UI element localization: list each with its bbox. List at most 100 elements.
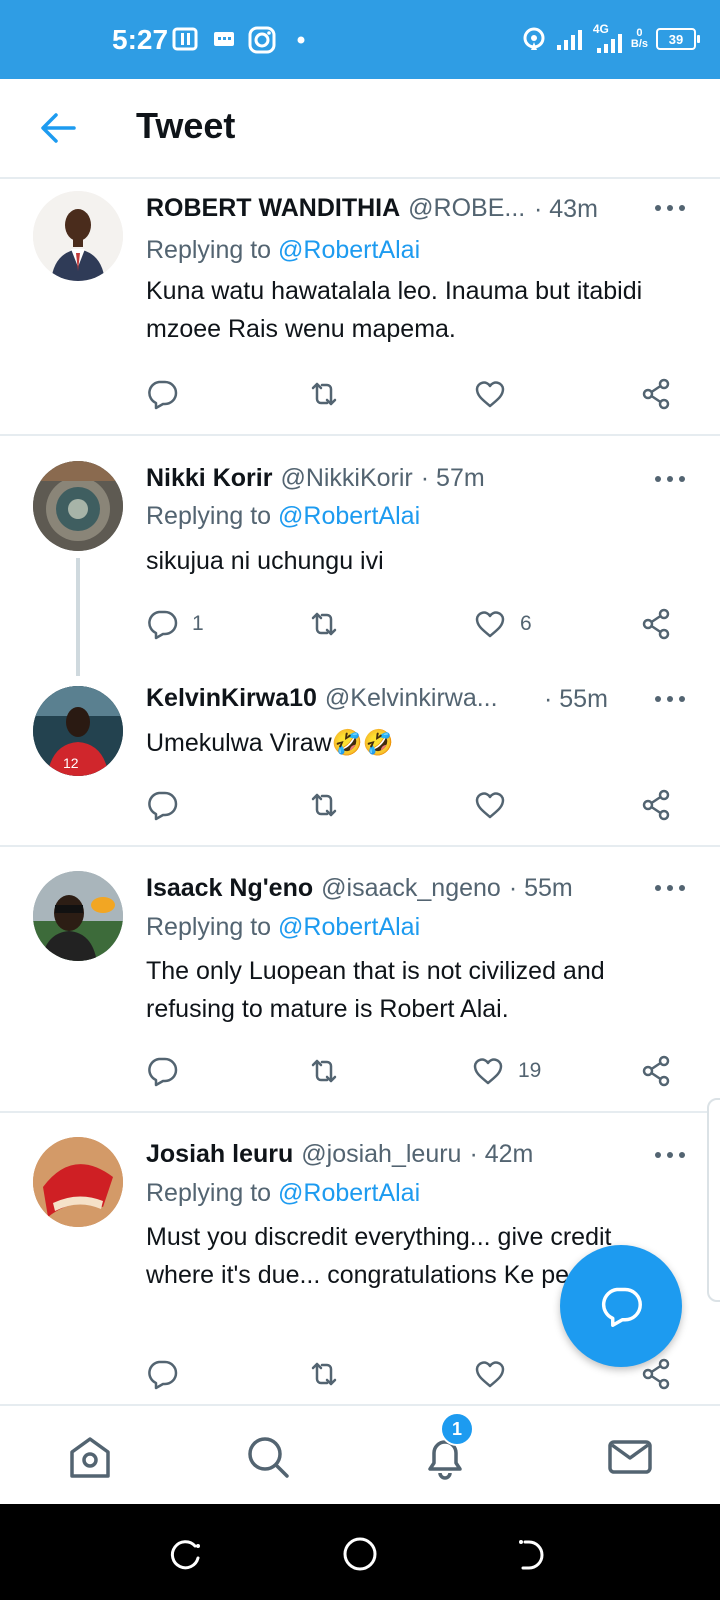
- instagram-icon: [248, 26, 276, 54]
- tweet-header: Isaack Ng'eno @isaack_ngeno · 55m: [146, 871, 573, 905]
- network-speed: 0 B/s: [631, 28, 648, 50]
- tweet-time: · 55m: [544, 685, 608, 713]
- replying-to-link[interactable]: @RobertAlai: [278, 1179, 420, 1207]
- like-count: 19: [518, 1059, 542, 1082]
- thread-line: [76, 558, 80, 676]
- retweet-button[interactable]: [308, 374, 340, 414]
- replying-to: Replying to @RobertAlai: [146, 502, 420, 531]
- reply-icon: [148, 380, 178, 410]
- system-navigation-bar: [0, 1504, 720, 1600]
- author-name[interactable]: Josiah leuru: [146, 1140, 293, 1169]
- replying-to-link[interactable]: @RobertAlai: [278, 502, 420, 530]
- like-button[interactable]: [474, 785, 506, 825]
- reply-icon: [148, 791, 178, 821]
- bottom-nav: 1: [0, 1404, 720, 1506]
- status-time: 5:27: [112, 24, 169, 55]
- reply-button[interactable]: [146, 1051, 178, 1091]
- scroll-handle[interactable]: [707, 1098, 720, 1302]
- author-name[interactable]: Isaack Ng'eno: [146, 874, 313, 903]
- recent-apps-icon[interactable]: [165, 1534, 205, 1574]
- search-icon[interactable]: [243, 1432, 293, 1482]
- replying-to: Replying to @RobertAlai: [146, 1179, 420, 1208]
- svg-text:12: 12: [63, 755, 79, 771]
- share-icon: [642, 789, 670, 821]
- retweet-icon: [311, 1362, 337, 1386]
- tweet-actions: [146, 785, 686, 825]
- page-title: Tweet: [136, 105, 236, 146]
- more-icon[interactable]: [655, 1150, 685, 1160]
- like-icon: [475, 1361, 505, 1388]
- status-right: 4G 0 B/s 39: [521, 22, 700, 56]
- like-icon: [473, 1058, 503, 1085]
- battery-icon: 39: [656, 28, 700, 50]
- tweet-time: · 43m: [534, 195, 598, 223]
- tweet-actions: 19: [146, 1051, 686, 1091]
- share-icon: [642, 378, 670, 410]
- messages-icon[interactable]: [605, 1432, 655, 1482]
- like-button[interactable]: 19: [472, 1051, 541, 1091]
- author-handle[interactable]: @josiah_leuru: [301, 1140, 461, 1169]
- tweet-text: Umekulwa Viraw🤣🤣: [146, 729, 394, 757]
- author-name[interactable]: Nikki Korir: [146, 464, 272, 493]
- retweet-icon: [311, 382, 337, 406]
- retweet-icon: [311, 1059, 337, 1083]
- reply-button[interactable]: 1: [146, 604, 204, 644]
- avatar[interactable]: [33, 191, 123, 281]
- tweet-actions: 1 6: [146, 604, 686, 644]
- retweet-icon: [311, 612, 337, 636]
- reply-icon: [148, 1057, 178, 1087]
- author-handle[interactable]: @NikkiKorir: [280, 464, 412, 493]
- home-system-icon[interactable]: [340, 1534, 380, 1574]
- back-arrow-icon[interactable]: [38, 110, 78, 146]
- share-button[interactable]: [640, 374, 672, 414]
- retweet-button[interactable]: [308, 785, 340, 825]
- tweet-time: · 55m: [508, 873, 573, 902]
- compose-reply-button[interactable]: [560, 1245, 682, 1367]
- author-name[interactable]: ROBERT WANDITHIA: [146, 194, 400, 223]
- reply-count: 1: [192, 612, 204, 635]
- retweet-button[interactable]: [308, 604, 340, 644]
- reply-icon: [148, 1360, 178, 1390]
- retweet-icon: [311, 793, 337, 817]
- tweet-text: The only Luopean that is not civilized a…: [146, 957, 605, 1023]
- more-icon[interactable]: [655, 883, 685, 893]
- back-system-icon[interactable]: [515, 1534, 555, 1574]
- avatar[interactable]: [33, 871, 123, 961]
- avatar[interactable]: [33, 1137, 123, 1227]
- tweet-header: Nikki Korir @NikkiKorir · 57m: [146, 461, 485, 495]
- like-icon: [475, 381, 505, 408]
- share-icon: [642, 1358, 670, 1390]
- speed-unit: B/s: [630, 38, 648, 50]
- like-button[interactable]: [474, 374, 506, 414]
- share-button[interactable]: [640, 1051, 672, 1091]
- share-button[interactable]: [640, 785, 672, 825]
- reply-button[interactable]: [146, 1354, 178, 1394]
- avatar[interactable]: 12: [33, 686, 123, 776]
- compose-reply-icon: [601, 1287, 642, 1327]
- tweet-time: · 57m: [420, 463, 485, 492]
- tweet-time: · 42m: [469, 1139, 534, 1168]
- avatar[interactable]: [33, 461, 123, 551]
- share-icon: [642, 608, 670, 640]
- signal-icon: [556, 30, 582, 50]
- author-name[interactable]: KelvinKirwa10: [146, 684, 317, 713]
- share-button[interactable]: [640, 604, 672, 644]
- home-icon[interactable]: [65, 1432, 115, 1482]
- more-icon[interactable]: [655, 694, 685, 704]
- author-handle[interactable]: @ROBE...: [408, 194, 525, 223]
- like-button[interactable]: 6: [474, 604, 532, 644]
- author-handle[interactable]: @isaack_ngeno: [321, 874, 501, 903]
- like-button[interactable]: [474, 1354, 506, 1394]
- reply-button[interactable]: [146, 785, 178, 825]
- retweet-button[interactable]: [308, 1354, 340, 1394]
- tweet-header: ROBERT WANDITHIA @ROBE...: [146, 191, 525, 225]
- replying-to-link[interactable]: @RobertAlai: [278, 913, 420, 941]
- like-icon: [475, 611, 505, 638]
- reply-button[interactable]: [146, 374, 178, 414]
- more-icon[interactable]: [655, 203, 685, 213]
- more-icon[interactable]: [655, 474, 685, 484]
- replying-to-link[interactable]: @RobertAlai: [278, 236, 420, 264]
- retweet-button[interactable]: [308, 1051, 340, 1091]
- author-handle[interactable]: @Kelvinkirwa...: [325, 684, 498, 713]
- share-icon: [642, 1055, 670, 1087]
